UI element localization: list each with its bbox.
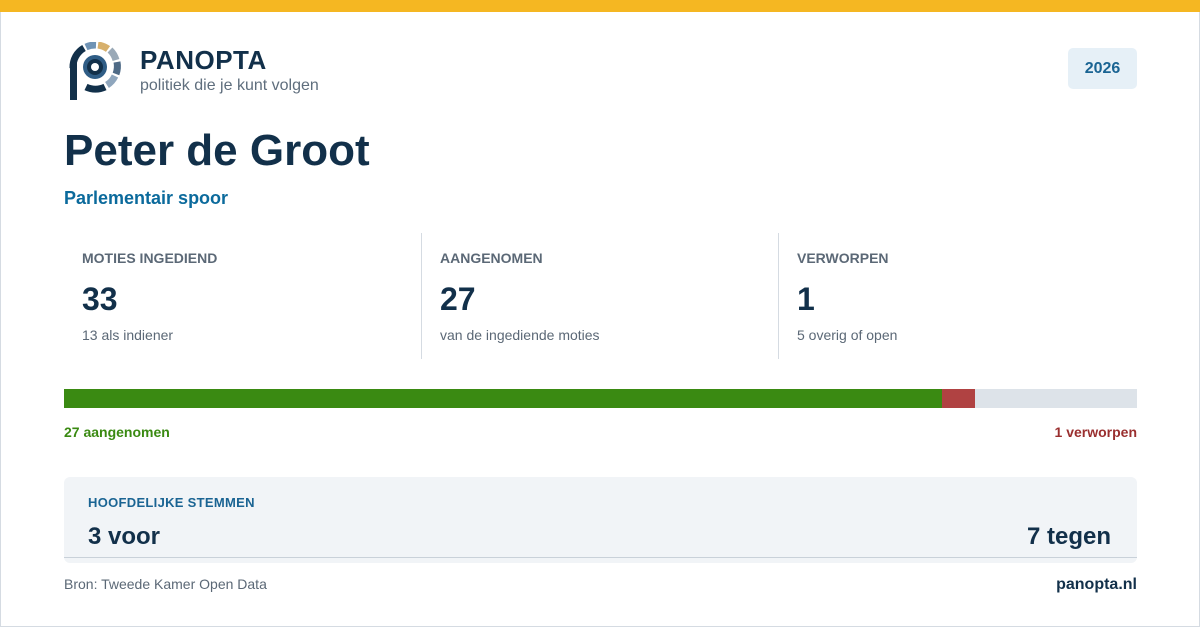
roll-call-votes-panel: HOOFDELIJKE STEMMEN 3 voor 7 tegen [64, 477, 1137, 563]
motion-outcome-bar [64, 389, 1137, 408]
panopta-eye-logo-icon [69, 42, 121, 100]
stat-value: 33 [82, 281, 118, 317]
stat-note: 5 overig of open [797, 327, 898, 343]
politician-name: Peter de Groot [64, 126, 370, 175]
stat-note: van de ingediende moties [440, 327, 600, 343]
top-accent-bar [0, 0, 1200, 12]
votes-for: 3 voor [88, 523, 161, 550]
stat-motions-rejected: VERWORPEN 1 5 overig of open [778, 233, 1137, 359]
stat-note: 13 als indiener [82, 327, 174, 343]
votes-against: 7 tegen [1026, 523, 1111, 550]
stat-label: MOTIES INGEDIEND [82, 250, 218, 266]
stat-label: AANGENOMEN [440, 250, 543, 266]
section-subtitle: Parlementair spoor [64, 188, 229, 208]
data-source: Bron: Tweede Kamer Open Data [64, 576, 267, 592]
brand-tagline: politiek die je kunt volgen [140, 77, 319, 94]
site-link[interactable]: panopta.nl [1056, 576, 1137, 594]
stat-motions-adopted: AANGENOMEN 27 van de ingediende moties [421, 233, 778, 359]
brand-name: PANOPTA [140, 45, 267, 75]
year-badge: 2026 [1068, 48, 1137, 89]
adopted-segment [64, 389, 942, 408]
stat-value: 27 [440, 281, 476, 317]
stat-label: VERWORPEN [797, 250, 889, 266]
stat-value: 1 [797, 281, 815, 317]
votes-divider [64, 557, 1137, 558]
stat-motions-submitted: MOTIES INGEDIEND 33 13 als indiener [64, 233, 421, 359]
rejected-segment [942, 389, 975, 408]
adopted-legend: 27 aangenomen [64, 424, 170, 440]
votes-title: HOOFDELIJKE STEMMEN [88, 495, 255, 510]
rejected-legend: 1 verworpen [1054, 424, 1137, 440]
